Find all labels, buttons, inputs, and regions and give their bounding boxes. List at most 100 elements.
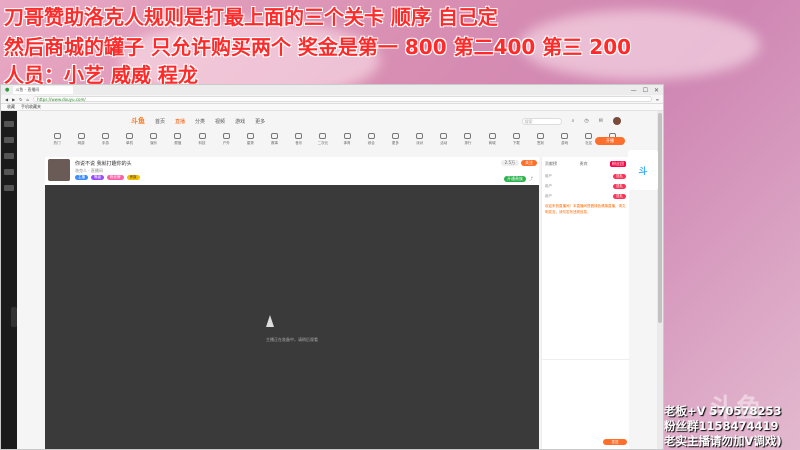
category-icon bbox=[343, 133, 351, 139]
history-icon[interactable]: ◷ bbox=[584, 118, 588, 124]
search-input[interactable]: 搜索 bbox=[521, 117, 562, 125]
vip-tag[interactable]: 开通贵族 bbox=[504, 176, 526, 182]
badge: 贵族 bbox=[126, 175, 140, 180]
category-item[interactable]: 单机 bbox=[118, 133, 142, 146]
category-label: 社区 bbox=[585, 141, 593, 145]
category-label: 热门 bbox=[53, 141, 61, 145]
refresh-icon[interactable]: ↻ bbox=[19, 97, 22, 102]
category-label: 商城 bbox=[488, 141, 496, 145]
home-icon[interactable]: ⌂ bbox=[27, 97, 30, 102]
favorite-item[interactable]: 手机收藏夹 bbox=[21, 104, 41, 110]
category-icon bbox=[246, 133, 254, 139]
tab-contribution[interactable]: 贡献榜 bbox=[545, 161, 557, 167]
category-icon bbox=[222, 133, 230, 139]
avatar[interactable] bbox=[613, 117, 621, 125]
nav-home[interactable]: 首页 bbox=[155, 118, 165, 125]
back-icon[interactable]: ◀ bbox=[5, 97, 8, 102]
category-item[interactable]: 手游 bbox=[93, 133, 117, 146]
category-item[interactable]: 热门 bbox=[45, 133, 69, 146]
category-item[interactable]: 网游 bbox=[69, 133, 93, 146]
sidebar-row[interactable]: 用户 送礼 bbox=[542, 171, 629, 181]
contact-line-3: 老实主播请勿加V调戏) bbox=[664, 434, 782, 448]
browser-titlebar: ● 斗鱼 - 直播间 — ☐ ✕ bbox=[1, 85, 663, 95]
sidebar-row[interactable]: 用户 送礼 bbox=[542, 181, 629, 191]
scrollbar-thumb[interactable] bbox=[658, 113, 662, 323]
mouse-cursor-icon bbox=[266, 315, 274, 327]
category-item[interactable]: 更多 bbox=[383, 133, 407, 146]
category-item[interactable]: 综合 bbox=[359, 133, 383, 146]
url-field[interactable]: https://www.douyu.com/ bbox=[33, 96, 652, 102]
category-bar: 热门 网游 手游 单机 娱乐 颜值 科技 户外 星秀 赛事 音乐 二次元 体育 综合 更多 派对 活动 排行 商城 下… bbox=[45, 133, 625, 153]
tab-vip[interactable]: 贵宾 bbox=[580, 161, 588, 167]
nav-category[interactable]: 分类 bbox=[195, 118, 205, 125]
send-button[interactable]: 发送 bbox=[603, 439, 627, 445]
overlay-line-2: 然后商城的罐子 只允许购买两个 奖金是第一 800 第二400 第三 200 bbox=[4, 35, 632, 59]
badge-list: 主播 等级 粉丝牌 贵族 bbox=[75, 175, 140, 180]
browser-tab[interactable]: 斗鱼 - 直播间 bbox=[13, 86, 74, 94]
sidebar-row[interactable]: 用户 送礼 bbox=[542, 191, 629, 201]
follow-count: 2.5万 bbox=[500, 160, 519, 166]
forward-icon[interactable]: ▶ bbox=[12, 97, 15, 102]
category-item[interactable]: 颜值 bbox=[166, 133, 190, 146]
room-title: 你说不说 我就打趣你的头 bbox=[75, 161, 132, 167]
category-item[interactable]: 商城 bbox=[480, 133, 504, 146]
rail-category-icon[interactable] bbox=[4, 153, 14, 159]
site-header: 斗鱼 首页 直播 分类 视频 游戏 更多 搜索 ⌕ ◷ ✉ bbox=[131, 115, 621, 127]
rail-expand-handle[interactable] bbox=[11, 307, 17, 327]
favorite-item[interactable]: 收藏 bbox=[7, 104, 15, 110]
category-item[interactable]: 派对 bbox=[408, 133, 432, 146]
gift-button[interactable]: 送礼 bbox=[613, 193, 626, 199]
video-message: 主播正在准备中，请稍后观看 bbox=[266, 337, 318, 342]
follow-button[interactable]: 关注 bbox=[521, 160, 537, 166]
minimize-button[interactable]: — bbox=[631, 87, 637, 94]
category-item[interactable]: 游戏 bbox=[553, 133, 577, 146]
category-item[interactable]: 活动 bbox=[432, 133, 456, 146]
search-icon[interactable]: ⌕ bbox=[572, 118, 575, 124]
tab-fans[interactable]: 粉丝团 bbox=[610, 161, 626, 167]
category-item[interactable]: 户外 bbox=[214, 133, 238, 146]
follow-group: 2.5万 关注 bbox=[500, 160, 537, 166]
category-item[interactable]: 科技 bbox=[190, 133, 214, 146]
category-item[interactable]: 娱乐 bbox=[142, 133, 166, 146]
nav-live[interactable]: 直播 bbox=[175, 118, 185, 125]
category-item[interactable]: 体育 bbox=[335, 133, 359, 146]
chat-input[interactable]: 发送 bbox=[542, 359, 630, 449]
category-item[interactable]: 下载 bbox=[504, 133, 528, 146]
category-item[interactable]: 赛事 bbox=[263, 133, 287, 146]
nav-game[interactable]: 游戏 bbox=[235, 118, 245, 125]
message-icon[interactable]: ✉ bbox=[599, 118, 603, 124]
category-icon bbox=[174, 133, 182, 139]
gift-button[interactable]: 送礼 bbox=[613, 173, 626, 179]
menu-icon[interactable]: ≡ bbox=[656, 97, 659, 102]
site-logo[interactable]: 斗鱼 bbox=[131, 116, 145, 126]
row-user: 用户 bbox=[545, 183, 552, 188]
category-item[interactable]: 排行 bbox=[456, 133, 480, 146]
maximize-button[interactable]: ☐ bbox=[643, 87, 648, 94]
host-button[interactable]: 开播 bbox=[595, 137, 625, 145]
category-icon bbox=[295, 133, 303, 139]
category-icon bbox=[198, 133, 206, 139]
category-label: 娱乐 bbox=[150, 141, 158, 145]
close-button[interactable]: ✕ bbox=[654, 87, 659, 94]
nav-video[interactable]: 视频 bbox=[215, 118, 225, 125]
category-item[interactable]: 签到 bbox=[528, 133, 552, 146]
category-item[interactable]: 音乐 bbox=[287, 133, 311, 146]
nav-more[interactable]: 更多 bbox=[255, 118, 265, 125]
rail-home-icon[interactable] bbox=[4, 121, 14, 127]
share-icon[interactable]: ⤴ bbox=[529, 176, 533, 182]
category-label: 综合 bbox=[367, 141, 375, 145]
rail-video-icon[interactable] bbox=[4, 169, 14, 175]
video-player[interactable]: 主播正在准备中，请稍后观看 bbox=[45, 185, 539, 449]
streamer-avatar[interactable] bbox=[48, 159, 70, 181]
gift-button[interactable]: 送礼 bbox=[613, 183, 626, 189]
category-icon bbox=[150, 133, 158, 139]
category-icon bbox=[126, 133, 134, 139]
category-label: 体育 bbox=[343, 141, 351, 145]
rail-follow-icon[interactable] bbox=[4, 137, 14, 143]
category-item[interactable]: 二次元 bbox=[311, 133, 335, 146]
category-item[interactable]: 星秀 bbox=[238, 133, 262, 146]
category-label: 更多 bbox=[391, 141, 399, 145]
category-icon bbox=[101, 133, 109, 139]
rail-game-icon[interactable] bbox=[4, 185, 14, 191]
left-rail bbox=[1, 111, 17, 449]
